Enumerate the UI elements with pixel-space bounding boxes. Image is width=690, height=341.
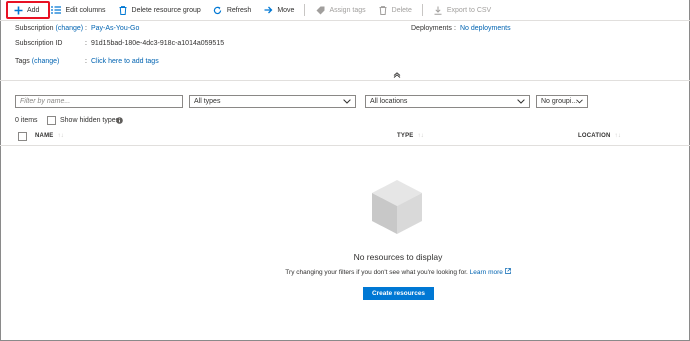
- sort-icon: ↑↓: [417, 133, 424, 139]
- subscription-id-value: 91d15bad-180e-4dc3-918c-a1014a059515: [91, 40, 225, 47]
- column-location-label: LOCATION: [578, 133, 611, 139]
- column-header-name[interactable]: NAME ↑↓: [35, 133, 64, 139]
- delete-label: Delete: [391, 6, 412, 14]
- subscription-separator: :: [85, 25, 87, 32]
- assign-tags-button[interactable]: Assign tags: [311, 0, 369, 20]
- grouping-value: No groupi...: [541, 98, 578, 105]
- delete-resource-group-button[interactable]: Delete resource group: [114, 0, 205, 20]
- empty-cube-icon: [372, 180, 422, 234]
- chevron-down-icon: [576, 96, 583, 107]
- type-filter-value: All types: [194, 98, 221, 105]
- show-hidden-types-checkbox[interactable]: [47, 116, 56, 125]
- empty-state-title: No resources to display: [353, 252, 443, 262]
- export-csv-button[interactable]: Export to CSV: [429, 0, 495, 20]
- location-filter-select[interactable]: All locations: [365, 95, 530, 108]
- delete-resource-group-label: Delete resource group: [131, 6, 201, 14]
- tags-change-link[interactable]: (change): [32, 58, 60, 65]
- refresh-label: Refresh: [226, 6, 252, 14]
- arrow-right-icon: [263, 5, 273, 15]
- assign-tags-label: Assign tags: [329, 6, 366, 14]
- deployments-link[interactable]: No deployments: [460, 25, 511, 32]
- grouping-select[interactable]: No groupi...: [536, 95, 588, 108]
- location-filter-value: All locations: [370, 98, 408, 105]
- subscription-row: Subscription (change): [15, 25, 83, 32]
- move-label: Move: [277, 6, 295, 14]
- add-tags-link[interactable]: Click here to add tags: [91, 58, 159, 65]
- filter-by-name-input[interactable]: Filter by name...: [15, 95, 183, 108]
- columns-icon: [51, 5, 62, 15]
- edit-columns-button[interactable]: Edit columns: [47, 0, 109, 20]
- empty-state-subtitle: Try changing your filters if you don't s…: [0, 268, 690, 276]
- column-type-label: TYPE: [397, 133, 414, 139]
- type-filter-select[interactable]: All types: [189, 95, 356, 108]
- subscription-id-separator: :: [85, 40, 87, 47]
- essentials-divider: [0, 80, 690, 81]
- subscription-value-link[interactable]: Pay-As-You-Go: [91, 25, 139, 32]
- sort-icon: ↑↓: [57, 133, 64, 139]
- window-frame: [0, 0, 690, 341]
- delete-button[interactable]: Delete: [374, 0, 416, 20]
- external-link-icon: [504, 268, 511, 276]
- toolbar-divider: [421, 4, 423, 16]
- export-csv-label: Export to CSV: [446, 6, 492, 14]
- item-count: 0 items: [15, 117, 38, 124]
- learn-more-link[interactable]: Learn more: [470, 269, 503, 276]
- trash-icon: [118, 5, 128, 15]
- tag-icon: [315, 5, 325, 15]
- subscription-change-link[interactable]: (change): [55, 25, 83, 32]
- column-header-location[interactable]: LOCATION ↑↓: [578, 133, 621, 139]
- column-name-label: NAME: [35, 133, 54, 139]
- subscription-label: Subscription: [15, 25, 54, 32]
- edit-columns-label: Edit columns: [65, 6, 106, 14]
- tags-separator: :: [85, 58, 87, 65]
- empty-state-hint: Try changing your filters if you don't s…: [285, 269, 468, 276]
- info-icon[interactable]: [116, 117, 123, 126]
- deployments-label: Deployments: [411, 25, 452, 32]
- header-divider: [0, 145, 690, 146]
- sort-icon: ↑↓: [614, 133, 621, 139]
- tags-row: Tags (change): [15, 58, 59, 65]
- collapse-essentials-chevron-icon[interactable]: [393, 71, 401, 80]
- chevron-down-icon: [517, 96, 525, 107]
- create-resources-button[interactable]: Create resources: [363, 287, 434, 300]
- download-icon: [433, 5, 443, 15]
- tags-label: Tags: [15, 58, 30, 65]
- select-all-checkbox[interactable]: [18, 132, 27, 141]
- add-button-highlight: [6, 1, 50, 19]
- trash-icon: [378, 5, 388, 15]
- deployments-separator: :: [454, 25, 456, 32]
- chevron-down-icon: [343, 96, 351, 107]
- refresh-icon: [213, 5, 223, 15]
- column-header-type[interactable]: TYPE ↑↓: [397, 133, 424, 139]
- command-bar: Add Edit columns Delete resource group R…: [0, 0, 690, 20]
- toolbar-divider-line: [0, 20, 690, 21]
- toolbar-divider: [304, 4, 306, 16]
- subscription-id-label: Subscription ID: [15, 40, 63, 47]
- move-button[interactable]: Move: [259, 0, 298, 20]
- refresh-button[interactable]: Refresh: [209, 0, 256, 20]
- show-hidden-types-label: Show hidden types: [60, 117, 120, 124]
- filter-placeholder: Filter by name...: [20, 98, 71, 105]
